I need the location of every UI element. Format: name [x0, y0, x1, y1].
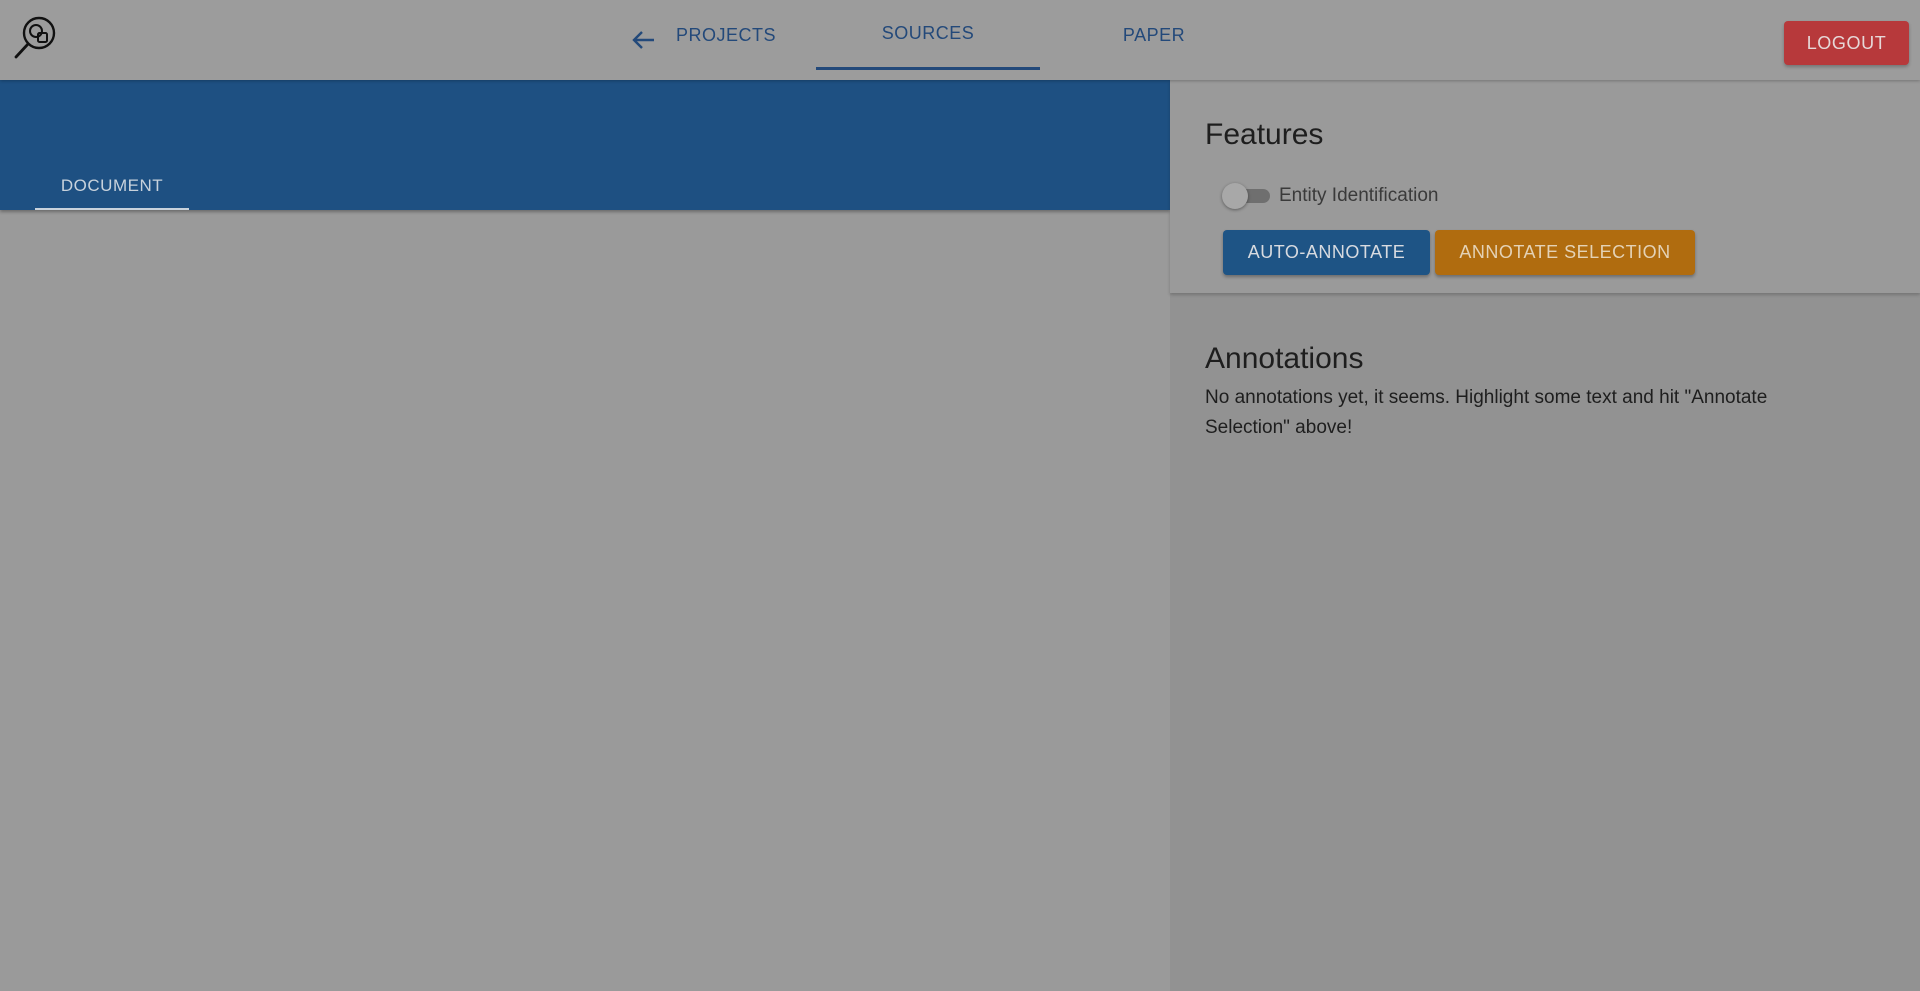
toggle-label: Entity Identification: [1279, 185, 1439, 206]
top-navbar: PROJECTS SOURCES PAPER LOGOUT: [0, 0, 1920, 80]
toggle-thumb: [1222, 183, 1248, 209]
document-panel: DOCUMENT: [0, 80, 1170, 991]
magnifier-shapes-icon[interactable]: [12, 12, 60, 60]
tab-document[interactable]: DOCUMENT: [35, 164, 189, 210]
features-card: Features Entity Identification AUTO-ANNO…: [1170, 80, 1920, 293]
tab-paper[interactable]: PAPER: [1064, 0, 1244, 70]
document-header: DOCUMENT: [0, 80, 1170, 210]
tab-projects[interactable]: PROJECTS: [662, 0, 790, 70]
features-title: Features: [1205, 118, 1324, 151]
annotations-title: Annotations: [1205, 342, 1364, 375]
logout-button[interactable]: LOGOUT: [1784, 21, 1909, 65]
arrow-left-icon[interactable]: [630, 26, 658, 54]
sidebar-panel: Features Entity Identification AUTO-ANNO…: [1170, 80, 1920, 991]
auto-annotate-button[interactable]: AUTO-ANNOTATE: [1223, 230, 1430, 275]
annotations-empty-message: No annotations yet, it seems. Highlight …: [1205, 387, 1768, 438]
annotate-selection-button[interactable]: ANNOTATE SELECTION: [1435, 230, 1695, 275]
entity-identification-toggle[interactable]: [1222, 183, 1270, 209]
tab-sources[interactable]: SOURCES: [816, 0, 1040, 70]
